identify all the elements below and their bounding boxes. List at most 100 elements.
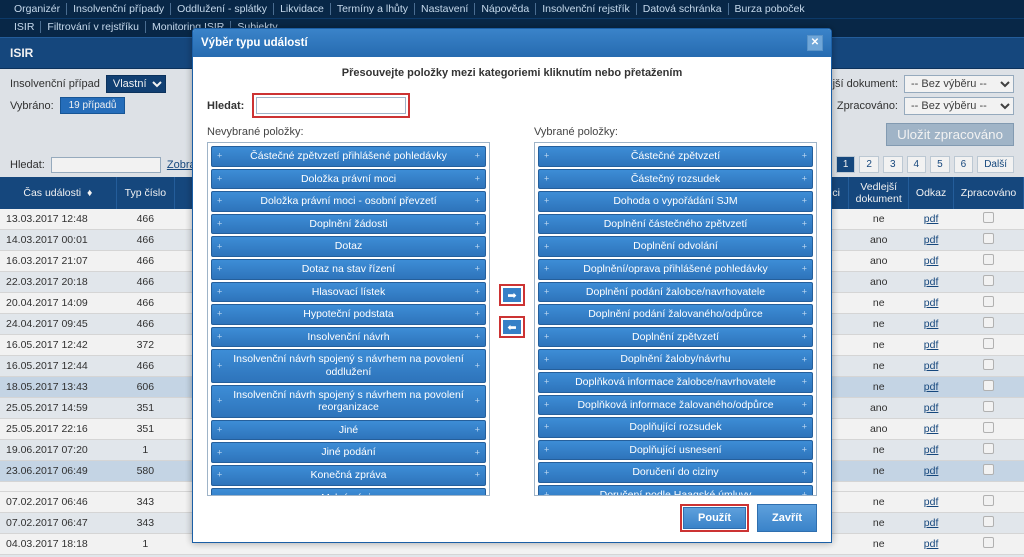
list-item[interactable]: Dotaz na stav řízení [211, 259, 486, 280]
list-item[interactable]: Doplnění podání žalobce/navrhovatele [538, 282, 813, 303]
pdf-link[interactable]: pdf [924, 234, 939, 246]
list-item[interactable]: Mylný zápis [211, 488, 486, 497]
processed-checkbox[interactable] [983, 254, 994, 265]
list-item[interactable]: Doložka právní moci [211, 169, 486, 190]
topnav-item[interactable]: Insolvenční rejstřík [536, 3, 637, 15]
list-item[interactable]: Doplnění žádosti [211, 214, 486, 235]
list-item[interactable]: Doplňková informace žalobce/navrhovatele [538, 372, 813, 393]
list-item[interactable]: Doplnění žaloby/návrhu [538, 349, 813, 370]
processed-checkbox[interactable] [983, 212, 994, 223]
list-item[interactable]: Částečný rozsudek [538, 169, 813, 190]
list-item[interactable]: Doplnění podání žalovaného/odpůrce [538, 304, 813, 325]
topnav-item[interactable]: Insolvenční případy [67, 3, 171, 15]
processed-checkbox[interactable] [983, 537, 994, 548]
apply-button[interactable]: Použít [683, 507, 746, 529]
list-item[interactable]: Insolvenční návrh spojený s návrhem na p… [211, 349, 486, 382]
processed-checkbox[interactable] [983, 401, 994, 412]
pdf-link[interactable]: pdf [924, 381, 939, 393]
processed-checkbox[interactable] [983, 359, 994, 370]
list-item[interactable]: Částečné zpětvzetí [538, 146, 813, 167]
modal-close-button[interactable]: ✕ [807, 35, 823, 51]
list-item[interactable]: Insolvenční návrh [211, 327, 486, 348]
list-item[interactable]: Konečná zpráva [211, 465, 486, 486]
pager-next[interactable]: Další [977, 156, 1014, 173]
pdf-link[interactable]: pdf [924, 402, 939, 414]
col-link[interactable]: Odkaz [909, 177, 954, 209]
pager-page[interactable]: 5 [930, 156, 950, 173]
topnav-item[interactable]: Nápověda [475, 3, 536, 15]
topnav-item[interactable]: Nastavení [415, 3, 475, 15]
processed-checkbox[interactable] [983, 516, 994, 527]
pdf-link[interactable]: pdf [924, 360, 939, 372]
list-item[interactable]: Doplňková informace žalovaného/odpůrce [538, 395, 813, 416]
pdf-link[interactable]: pdf [924, 318, 939, 330]
col-time[interactable]: Čas události ♦ [0, 177, 116, 209]
topnav-item[interactable]: Burza poboček [729, 3, 811, 15]
processed-checkbox[interactable] [983, 443, 994, 454]
pdf-link[interactable]: pdf [924, 255, 939, 267]
selected-listbox[interactable]: Částečné zpětvzetíČástečný rozsudekDohod… [534, 142, 817, 496]
list-item[interactable]: Doplňující rozsudek [538, 417, 813, 438]
pdf-link[interactable]: pdf [924, 517, 939, 529]
col-processed[interactable]: Zpracováno [954, 177, 1024, 209]
list-item[interactable]: Dohoda o vypořádání SJM [538, 191, 813, 212]
list-item[interactable]: Doplnění zpětvzetí [538, 327, 813, 348]
move-left-button[interactable]: ⬅ [503, 320, 521, 334]
col-sidedoc[interactable]: Vedlejší dokument [849, 177, 909, 209]
list-item[interactable]: Částečné zpětvzetí přihlášené pohledávky [211, 146, 486, 167]
pdf-link[interactable]: pdf [924, 465, 939, 477]
topnav-item[interactable]: Oddlužení - splátky [171, 3, 274, 15]
list-item[interactable]: Hlasovací lístek [211, 282, 486, 303]
subnav-item[interactable]: Filtrování v rejstříku [41, 21, 146, 33]
col-typ[interactable]: Typ číslo [116, 177, 174, 209]
list-item[interactable]: Doplňující usnesení [538, 440, 813, 461]
pdf-link[interactable]: pdf [924, 496, 939, 508]
pdf-link[interactable]: pdf [924, 213, 939, 225]
close-button[interactable]: Zavřít [757, 504, 817, 532]
list-item[interactable]: Doručení podle Haagské úmluvy [538, 485, 813, 496]
processed-checkbox[interactable] [983, 338, 994, 349]
pdf-link[interactable]: pdf [924, 339, 939, 351]
processed-checkbox[interactable] [983, 275, 994, 286]
topnav-item[interactable]: Organizér [8, 3, 67, 15]
move-right-button[interactable]: ➡ [503, 288, 521, 302]
pager-page[interactable]: 6 [954, 156, 974, 173]
search-input[interactable] [51, 157, 161, 173]
processed-select[interactable]: -- Bez výběru -- [904, 97, 1014, 115]
processed-checkbox[interactable] [983, 296, 994, 307]
pager-page[interactable]: 2 [859, 156, 879, 173]
case-select[interactable]: Vlastní [106, 75, 166, 93]
pdf-link[interactable]: pdf [924, 444, 939, 456]
list-item[interactable]: Hypoteční podstata [211, 304, 486, 325]
topnav-item[interactable]: Termíny a lhůty [331, 3, 415, 15]
pdf-link[interactable]: pdf [924, 297, 939, 309]
pdf-link[interactable]: pdf [924, 538, 939, 550]
save-processed-button[interactable]: Uložit zpracováno [886, 123, 1014, 146]
list-item[interactable]: Doplnění částečného zpětvzetí [538, 214, 813, 235]
processed-checkbox[interactable] [983, 317, 994, 328]
cases-count-button[interactable]: 19 případů [60, 97, 126, 114]
topnav-item[interactable]: Likvidace [274, 3, 331, 15]
list-item[interactable]: Doručení do ciziny [538, 462, 813, 483]
list-item[interactable]: Doplnění/oprava přihlášené pohledávky [538, 259, 813, 280]
pdf-link[interactable]: pdf [924, 276, 939, 288]
side-doc-select[interactable]: -- Bez výběru -- [904, 75, 1014, 93]
unselected-listbox[interactable]: Částečné zpětvzetí přihlášené pohledávky… [207, 142, 490, 496]
processed-checkbox[interactable] [983, 464, 994, 475]
list-item[interactable]: Doložka právní moci - osobní převzetí [211, 191, 486, 212]
subnav-item[interactable]: ISIR [8, 21, 41, 33]
list-item[interactable]: Jiné podání [211, 442, 486, 463]
pager-page[interactable]: 1 [836, 156, 856, 173]
modal-search-input[interactable] [256, 97, 406, 114]
pdf-link[interactable]: pdf [924, 423, 939, 435]
processed-checkbox[interactable] [983, 233, 994, 244]
pager-page[interactable]: 3 [883, 156, 903, 173]
topnav-item[interactable]: Datová schránka [637, 3, 729, 15]
list-item[interactable]: Doplnění odvolání [538, 236, 813, 257]
processed-checkbox[interactable] [983, 380, 994, 391]
list-item[interactable]: Dotaz [211, 236, 486, 257]
processed-checkbox[interactable] [983, 495, 994, 506]
list-item[interactable]: Jiné [211, 420, 486, 441]
list-item[interactable]: Insolvenční návrh spojený s návrhem na p… [211, 385, 486, 418]
processed-checkbox[interactable] [983, 422, 994, 433]
